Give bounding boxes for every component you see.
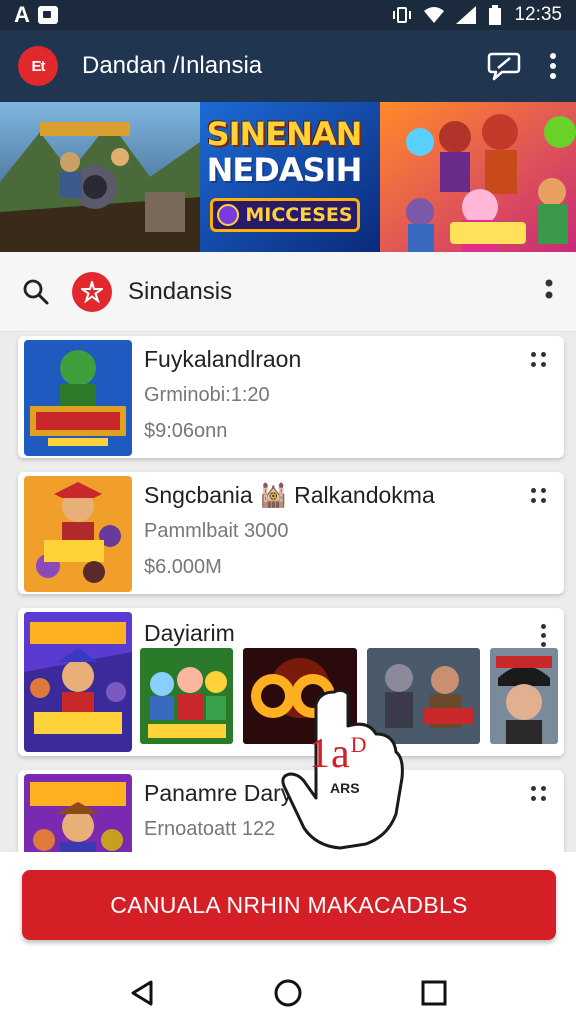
card-subtitle: Grminobi:1:20 [144, 384, 270, 406]
more-vert-icon[interactable] [541, 624, 546, 647]
banner-title: SINENAN NEDASIH [196, 116, 372, 188]
search-row: Sindansis [0, 252, 576, 332]
more-vert-icon[interactable] [548, 52, 558, 80]
game-thumbnail [24, 476, 132, 592]
vibrate-icon [393, 7, 412, 23]
banner-title-line2: NEDASIH [206, 151, 363, 189]
overlay-number: 1aD [309, 731, 368, 777]
banner-badge-text: MICCESES [245, 204, 353, 226]
status-bar: A 12:35 [0, 0, 576, 30]
promo-banner[interactable]: SINENAN NEDASIH MICCESES [0, 102, 576, 252]
more-vert-icon[interactable] [544, 276, 554, 307]
app-title: Dandan /Inlansia [82, 52, 263, 79]
card-title: Dayiarim [144, 620, 235, 646]
app-logo[interactable]: Et [18, 46, 58, 86]
notification-icon [37, 6, 58, 24]
clock: 12:35 [514, 4, 562, 25]
card-title: Sngcbania 🕍 Ralkandokma [144, 482, 435, 508]
card-subtitle: Pammlbait 3000 [144, 520, 289, 542]
primary-cta-button[interactable]: CANUALA NRHIN MAKACADBLS [22, 870, 556, 940]
grid-menu-icon[interactable] [531, 352, 546, 367]
signal-icon [456, 6, 477, 24]
search-query[interactable]: Sindansis [128, 278, 232, 306]
card-title: Panamre Dary [144, 780, 293, 806]
card-price: $9:06onn [144, 420, 228, 442]
game-thumbnail [24, 612, 132, 752]
search-icon[interactable] [22, 278, 50, 306]
list-item[interactable]: Fuykalandlraon Grminobi:1:20 $9:06onn [18, 336, 564, 458]
system-nav-bar [0, 962, 576, 1024]
app-bar: Et Dandan /Inlansia [0, 30, 576, 102]
wifi-icon [424, 7, 445, 23]
grid-menu-icon[interactable] [531, 786, 546, 801]
recents-icon[interactable] [421, 980, 447, 1006]
status-letter: A [14, 2, 30, 27]
screenshot-thumbnail[interactable] [140, 648, 233, 744]
grid-menu-icon[interactable] [531, 488, 546, 503]
chat-icon[interactable] [486, 50, 522, 82]
game-thumbnail [24, 774, 132, 852]
screenshot-thumbnail[interactable] [490, 648, 558, 744]
list-item[interactable]: Sngcbania 🕍 Ralkandokma Pammlbait 3000 $… [18, 472, 564, 594]
banner-badge: MICCESES [210, 198, 360, 232]
overlay-label: ARS [330, 780, 360, 796]
star-person-icon[interactable] [72, 271, 112, 312]
cta-area: CANUALA NRHIN MAKACADBLS [0, 852, 576, 962]
card-title: Fuykalandlraon [144, 346, 302, 372]
battery-icon [489, 5, 502, 25]
back-icon[interactable] [129, 979, 155, 1007]
game-thumbnail [24, 340, 132, 456]
home-icon[interactable] [273, 978, 303, 1008]
compass-icon [217, 204, 240, 226]
banner-title-line1: SINENAN [206, 115, 363, 153]
card-subtitle: Ernoatoatt 122 [144, 818, 276, 840]
card-price: $6.000M [144, 556, 222, 578]
